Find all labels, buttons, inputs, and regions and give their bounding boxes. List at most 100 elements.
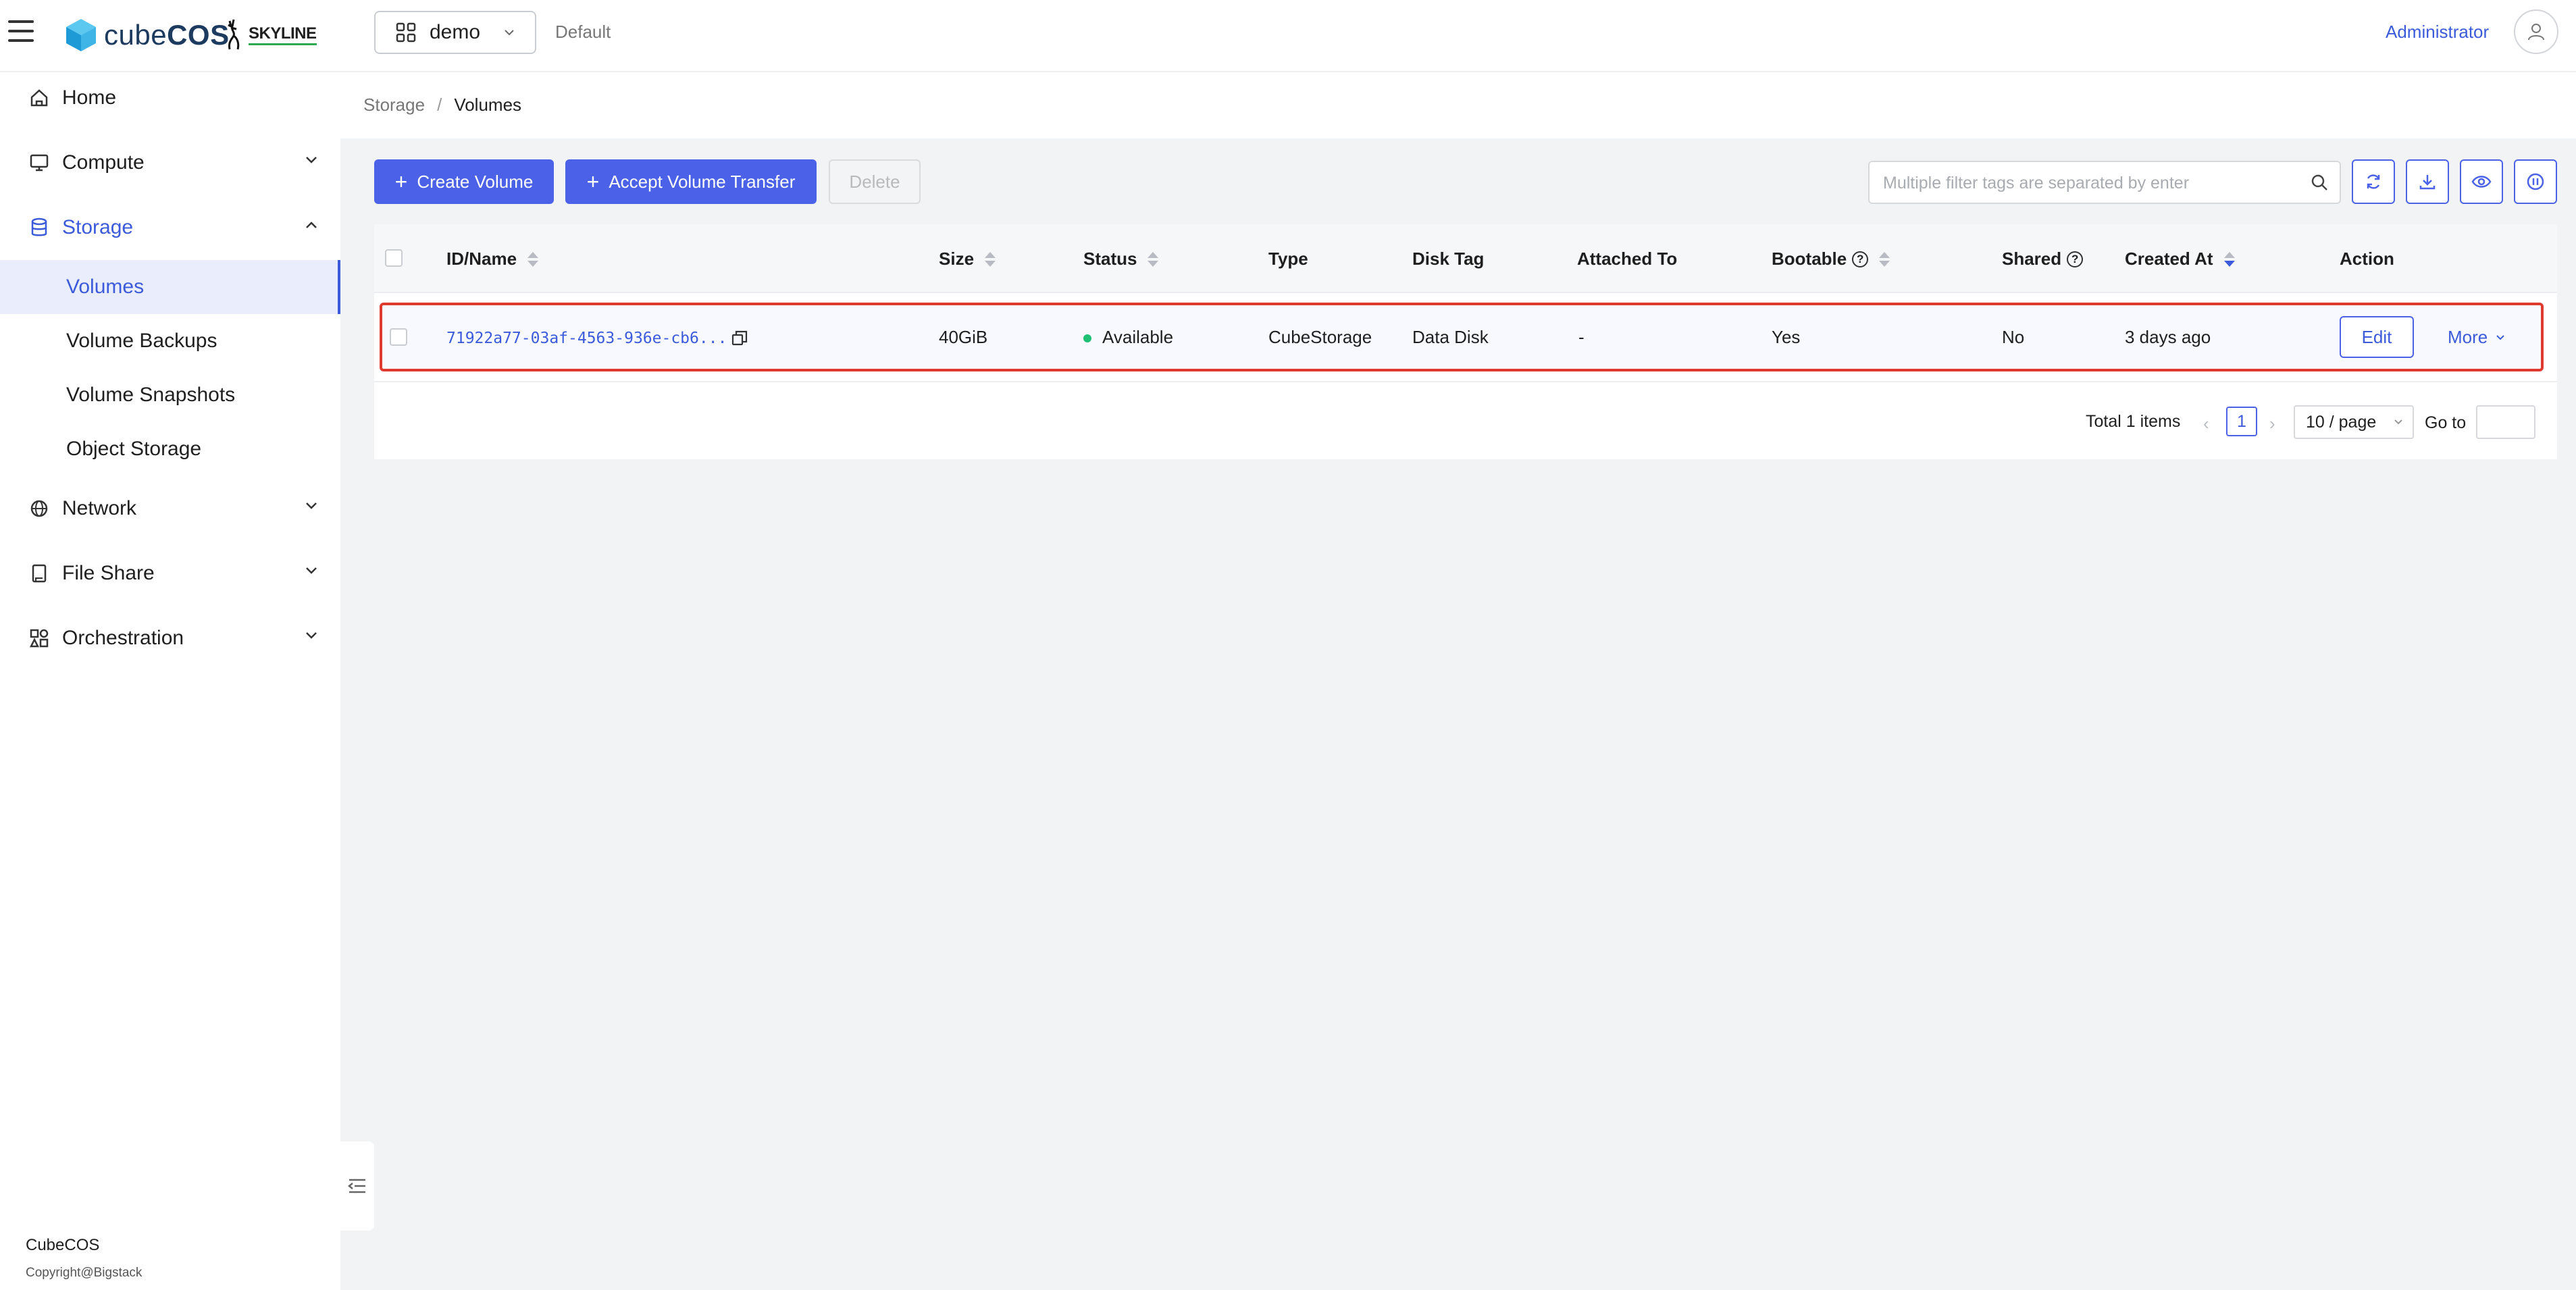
pagination-prev-icon[interactable]: ‹: [2203, 413, 2209, 434]
menu-toggle-icon[interactable]: [8, 20, 34, 45]
sort-icon[interactable]: [527, 251, 539, 267]
chevron-up-icon: [306, 222, 317, 228]
cube-logo-icon: [66, 19, 96, 51]
brand-name: cubeCOS: [104, 19, 230, 51]
sidebar-item-label: Orchestration: [62, 627, 184, 649]
column-visibility-button[interactable]: [2460, 159, 2503, 204]
volume-id-link[interactable]: 71922a77-03af-4563-936e-cb6...: [446, 330, 727, 347]
goto-page-input[interactable]: [2476, 405, 2535, 439]
sidebar-item-label: Network: [62, 497, 137, 519]
status-badge: Available: [1083, 327, 1173, 348]
refresh-button[interactable]: [2352, 159, 2395, 204]
chevron-down-icon: [2496, 334, 2504, 340]
column-header-type: Type: [1268, 249, 1308, 269]
project-select[interactable]: demo: [374, 11, 536, 54]
project-name: demo: [430, 21, 481, 43]
column-header-created-at[interactable]: Created At: [2125, 249, 2235, 269]
sidebar-item-orchestration[interactable]: Orchestration: [0, 606, 340, 671]
sidebar-item-compute[interactable]: Compute: [0, 130, 340, 195]
pause-icon: [2527, 173, 2544, 190]
footer-brand: CubeCOS: [26, 1236, 100, 1254]
page-size-select[interactable]: 10 / page: [2294, 405, 2414, 439]
sidebar-subitem-object-storage[interactable]: Object Storage: [0, 422, 340, 476]
domain-label: Default: [555, 22, 611, 42]
footer-copyright: Copyright@Bigstack: [26, 1266, 143, 1280]
volume-size: 40GiB: [939, 327, 988, 347]
help-icon[interactable]: ?: [2067, 251, 2084, 267]
select-all-checkbox[interactable]: [385, 249, 403, 267]
copy-icon[interactable]: [731, 330, 748, 347]
download-button[interactable]: [2406, 159, 2449, 204]
accept-volume-transfer-button[interactable]: + Accept Volume Transfer: [565, 159, 817, 204]
search-box: [1868, 161, 2341, 204]
sort-icon[interactable]: [1148, 251, 1159, 267]
user-icon: [2528, 24, 2544, 41]
sidebar-item-label: Home: [62, 86, 117, 109]
sort-icon[interactable]: [2223, 251, 2235, 267]
created-at-value: 3 days ago: [2125, 327, 2211, 347]
orchestration-icon: [28, 627, 50, 649]
disk-tag: Data Disk: [1412, 327, 1489, 347]
edit-button[interactable]: Edit: [2340, 316, 2414, 358]
download-icon: [2419, 175, 2436, 190]
column-header-bootable[interactable]: Bootable ?: [1772, 249, 1890, 269]
plus-icon: +: [586, 170, 600, 194]
sort-icon[interactable]: [1879, 251, 1890, 267]
column-header-action: Action: [2340, 249, 2394, 269]
help-icon[interactable]: ?: [1852, 251, 1869, 267]
avatar[interactable]: [2514, 9, 2558, 54]
pagination-page[interactable]: 1: [2226, 407, 2257, 436]
eye-icon: [2471, 176, 2492, 188]
monitor-icon: [28, 152, 50, 174]
sidebar-subitem-volume-snapshots[interactable]: Volume Snapshots: [0, 368, 340, 422]
sidebar-item-label: Storage: [62, 216, 134, 238]
shared-value: No: [2002, 327, 2025, 347]
search-icon[interactable]: [2310, 173, 2329, 192]
column-header-status[interactable]: Status: [1083, 249, 1159, 269]
bootable-value: Yes: [1772, 327, 1801, 347]
pagination-next-icon[interactable]: ›: [2269, 413, 2275, 434]
create-volume-button[interactable]: + Create Volume: [374, 159, 554, 204]
home-icon: [28, 87, 50, 109]
chevron-down-icon: [505, 30, 514, 36]
globe-icon: [28, 498, 50, 519]
breadcrumb-separator: /: [437, 95, 442, 115]
status-dot-icon: [1083, 334, 1091, 343]
user-name-link[interactable]: Administrator: [2386, 22, 2489, 43]
refresh-icon: [2367, 174, 2380, 189]
row-checkbox[interactable]: [390, 328, 407, 346]
skyline-text: SKYLINE: [249, 25, 317, 45]
sidebar-collapse-button[interactable]: [340, 1141, 374, 1231]
breadcrumb-parent[interactable]: Storage: [363, 95, 425, 115]
more-dropdown[interactable]: More: [2448, 327, 2505, 348]
sidebar-item-file-share[interactable]: File Share: [0, 541, 340, 606]
plus-icon: +: [394, 170, 408, 194]
file-share-icon: [28, 563, 50, 584]
column-header-disk-tag: Disk Tag: [1412, 249, 1485, 269]
chevron-down-icon: [306, 157, 317, 163]
search-input[interactable]: [1882, 170, 2290, 196]
skyline-logo: SKYLINE: [224, 16, 317, 54]
delete-button[interactable]: Delete: [829, 159, 921, 204]
column-header-size[interactable]: Size: [939, 249, 996, 269]
sidebar-item-network[interactable]: Network: [0, 476, 340, 541]
sidebar-item-home[interactable]: Home: [0, 66, 340, 130]
cubecos-logo[interactable]: cubeCOS: [65, 16, 230, 54]
collapse-menu-icon: [348, 1179, 365, 1193]
breadcrumb: Storage / Volumes: [363, 95, 521, 115]
chevron-down-icon: [2394, 419, 2402, 425]
grid-icon: [396, 22, 416, 43]
database-icon: [28, 217, 50, 238]
auto-refresh-pause-button[interactable]: [2514, 159, 2557, 204]
sidebar-subitem-volumes[interactable]: Volumes: [0, 260, 340, 314]
volume-type: CubeStorage: [1268, 327, 1372, 347]
chevron-down-icon: [306, 502, 317, 509]
deer-icon: [228, 19, 240, 50]
breadcrumb-current: Volumes: [454, 95, 522, 115]
sort-icon[interactable]: [985, 251, 996, 267]
sidebar-item-storage[interactable]: Storage: [0, 195, 340, 260]
column-header-id-name[interactable]: ID/Name: [446, 249, 539, 269]
pagination-total: Total 1 items: [2086, 412, 2181, 431]
breadcrumb-bar: [340, 72, 2576, 138]
sidebar-subitem-volume-backups[interactable]: Volume Backups: [0, 314, 340, 368]
